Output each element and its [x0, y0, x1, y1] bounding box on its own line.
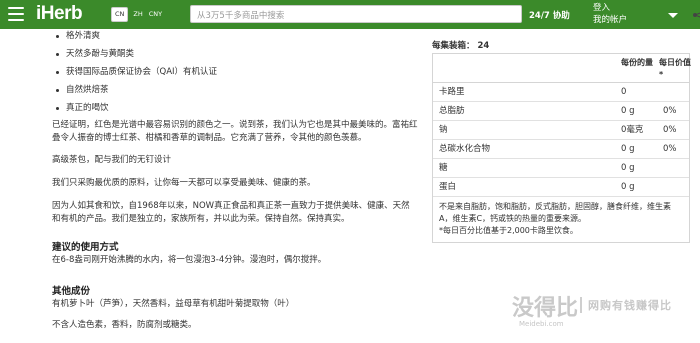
- product-description: 格外清爽 天然多酚与黄酮类 获得国际品质保证协会（QAI）有机认证 自然烘焙茶 …: [52, 27, 418, 332]
- iherb-logo[interactable]: iHerb: [36, 3, 83, 25]
- servings-label: 每集装箱：: [432, 41, 475, 51]
- usage-text: 在6-8盎司刚开始沸腾的水内，将一包漫泡3-4分钟。漫泡时，偶尔搅拌。: [52, 255, 327, 265]
- nutrient-name: 卡路里: [439, 87, 465, 97]
- language-label[interactable]: ZH: [131, 10, 144, 19]
- nutrient-name: 蛋白: [439, 182, 457, 192]
- table-row: 糖 0 g: [433, 159, 689, 178]
- nutrient-amount: 0毫克: [621, 125, 644, 135]
- menu-icon[interactable]: [8, 7, 24, 21]
- account-menu[interactable]: 登入 我的帐户: [593, 2, 627, 26]
- nutrient-daily-value: 0%: [663, 144, 677, 154]
- nutrient-daily-value: 0%: [663, 125, 677, 135]
- nutrient-name: 总脂肪: [439, 106, 465, 116]
- servings-per-container: 每集装箱： 24: [432, 39, 690, 53]
- nutrition-table: 每份的量 每日价值* 卡路里 0 总脂肪 0 g 0% 钠 0毫克 0% 总碳水…: [432, 53, 691, 243]
- nutrient-amount: 0 g: [621, 182, 635, 192]
- table-row: 钠 0毫克 0%: [433, 121, 689, 140]
- nutrient-name: 糖: [439, 163, 448, 173]
- currency-label[interactable]: CNY: [147, 10, 164, 19]
- table-row: 卡路里 0: [433, 83, 689, 102]
- list-item: 格外清爽: [56, 27, 418, 45]
- table-row: 总碳水化合物 0 g 0%: [433, 140, 689, 159]
- servings-value: 24: [477, 41, 490, 51]
- nutrition-facts: 每集装箱： 24 每份的量 每日价值* 卡路里 0 总脂肪 0 g 0% 钠 0…: [432, 24, 691, 243]
- table-row: 蛋白 0 g: [433, 178, 689, 197]
- watermark-domain: Meidebi.com: [519, 320, 564, 328]
- usage-heading: 建议的使用方式: [52, 242, 119, 253]
- footnote-text: 不是来自脂肪，饱和脂肪，反式脂肪，胆固醇，膳食纤维，维生素A，维生素C，钙或铁的…: [439, 202, 671, 223]
- nutrient-name: 总碳水化合物: [439, 144, 491, 154]
- description-paragraph: 因为人如其食和饮，自1968年以来，NOW真正食品和真正茶一直致力于提供美味、健…: [52, 201, 410, 224]
- description-paragraph: 已经证明，红色是光谱中最容易识别的颜色之一。说到茶，我们认为它也是其中最美味的。…: [52, 120, 418, 143]
- nutrient-name: 钠: [439, 125, 448, 135]
- list-item: 自然烘焙茶: [56, 81, 418, 99]
- ingredients-text: 有机萝卜叶（芦笋），天然香料，益母草有机甜叶菊提取物（叶）: [52, 299, 295, 309]
- ingredients-heading: 其他成份: [52, 286, 91, 297]
- amount-column-header: 每份的量: [621, 58, 653, 67]
- list-item: 真正的喝饮: [56, 99, 418, 117]
- nutrition-top-spacer: [432, 24, 690, 36]
- locale-selector[interactable]: CN ZH CNY: [111, 7, 166, 22]
- list-item: 天然多酚与黄酮类: [56, 45, 418, 63]
- description-paragraph: 我们只采购最优质的原料，让你每一天都可以享受最美味、健康的茶。: [52, 178, 316, 188]
- search-placeholder: 从3万5千多商品中搜索: [197, 11, 285, 21]
- share-icon[interactable]: [691, 9, 700, 21]
- ingredients-note: 不含人造色素，香料，防腐剂或糖类。: [52, 320, 197, 330]
- login-link[interactable]: 登入: [593, 2, 627, 14]
- watermark-logo: 没得比: [512, 296, 579, 321]
- table-row: 总脂肪 0 g 0%: [433, 102, 689, 121]
- description-paragraph: 高级茶包，配与我们的无钉设计: [52, 155, 172, 165]
- nutrient-daily-value: 0%: [663, 106, 677, 116]
- chevron-down-icon[interactable]: [668, 13, 678, 18]
- nutrient-amount: 0: [621, 87, 627, 97]
- country-badge[interactable]: CN: [111, 7, 129, 22]
- nutrition-footnote: 不是来自脂肪，饱和脂肪，反式脂肪，胆固醇，膳食纤维，维生素A，维生素C，钙或铁的…: [433, 197, 689, 242]
- help-link[interactable]: 24/7 协助: [529, 9, 570, 21]
- nutrient-amount: 0 g: [621, 144, 635, 154]
- nutrient-amount: 0 g: [621, 163, 635, 173]
- footnote-text: *每日百分比值基于2,000卡路里饮食。: [439, 226, 578, 235]
- nutrient-amount: 0 g: [621, 106, 635, 116]
- list-item: 获得国际品质保证协会（QAI）有机认证: [56, 63, 418, 81]
- watermark-slogan: 网购有钱赚得比: [580, 297, 672, 313]
- feature-list: 格外清爽 天然多酚与黄酮类 获得国际品质保证协会（QAI）有机认证 自然烘焙茶 …: [56, 27, 418, 117]
- nutrition-table-header: 每份的量 每日价值*: [433, 54, 691, 83]
- daily-value-column-header: 每日价值*: [659, 58, 691, 79]
- search-input[interactable]: 从3万5千多商品中搜索: [190, 5, 700, 23]
